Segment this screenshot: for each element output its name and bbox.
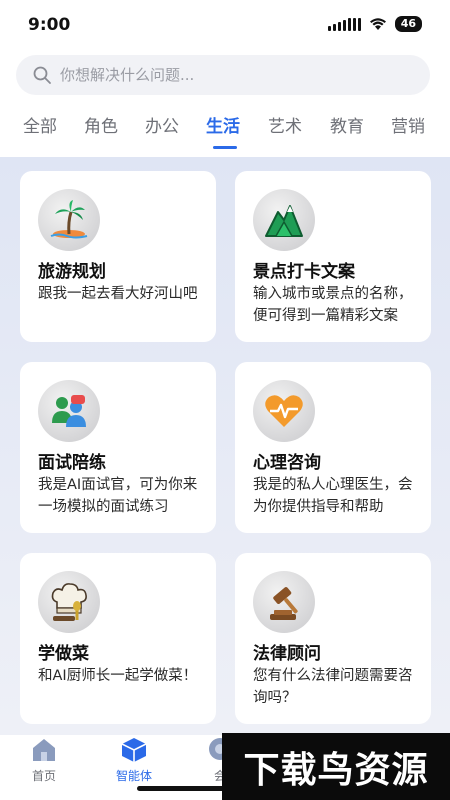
interview-people-icon <box>38 380 100 442</box>
wifi-icon <box>369 17 387 31</box>
search-icon <box>33 66 51 84</box>
agent-card[interactable]: 法律顾问 您有什么法律问题需要咨询吗？ <box>235 553 431 724</box>
card-title: 法律顾问 <box>253 644 321 664</box>
card-description: 我是AI面试官，可为你来一场模拟的面试练习 <box>38 477 198 515</box>
nav-home-label: 首页 <box>31 769 56 783</box>
tab-marketing[interactable]: 营销 <box>391 112 425 137</box>
palm-island-icon <box>38 189 100 251</box>
battery-indicator: 46 <box>394 16 422 32</box>
tab-all[interactable]: 全部 <box>23 112 57 137</box>
agent-card[interactable]: 心理咨询 我是的私人心理医生，会为你提供指导和帮助 <box>235 362 431 533</box>
card-title: 旅游规划 <box>38 262 106 282</box>
card-description: 和AI厨师长一起学做菜！ <box>38 668 198 684</box>
status-time: 9:00 <box>28 15 71 35</box>
tab-education[interactable]: 教育 <box>330 112 364 137</box>
tab-office[interactable]: 办公 <box>145 112 179 137</box>
mountain-icon <box>253 189 315 251</box>
home-icon <box>33 739 55 761</box>
signal-icon <box>327 17 361 31</box>
card-description: 我是的私人心理医生，会为你提供指导和帮助 <box>253 477 413 515</box>
card-title: 心理咨询 <box>253 453 321 473</box>
agent-card[interactable]: 学做菜 和AI厨师长一起学做菜！ <box>20 553 216 724</box>
tab-art[interactable]: 艺术 <box>268 112 302 137</box>
card-description: 您有什么法律问题需要咨询吗？ <box>253 668 413 706</box>
status-icons: 46 <box>327 16 422 32</box>
active-tab-indicator <box>213 146 237 149</box>
card-title: 景点打卡文案 <box>253 262 355 282</box>
agent-card[interactable]: 旅游规划 跟我一起去看大好河山吧 <box>20 171 216 342</box>
card-title: 学做菜 <box>38 644 89 664</box>
nav-agents-label: 智能体 <box>115 769 152 783</box>
nav-home[interactable]: 首页 <box>14 737 74 784</box>
tab-life[interactable]: 生活 <box>206 112 240 137</box>
nav-agents[interactable]: 智能体 <box>104 737 164 784</box>
agent-card[interactable]: 面试陪练 我是AI面试官，可为你来一场模拟的面试练习 <box>20 362 216 533</box>
search-bar[interactable] <box>16 55 430 95</box>
card-title: 面试陪练 <box>38 453 106 473</box>
heart-pulse-icon <box>253 380 315 442</box>
card-description: 跟我一起去看大好河山吧 <box>38 286 198 302</box>
status-bar: 9:00 46 <box>0 0 450 48</box>
tab-roles[interactable]: 角色 <box>84 112 118 137</box>
watermark: 下载鸟资源 <box>222 733 450 800</box>
card-description: 输入城市或景点的名称，便可得到一篇精彩文案 <box>253 286 413 324</box>
cube-icon <box>121 738 147 762</box>
chef-hat-icon <box>38 571 100 633</box>
search-input[interactable] <box>60 66 400 84</box>
agent-card[interactable]: 景点打卡文案 输入城市或景点的名称，便可得到一篇精彩文案 <box>235 171 431 342</box>
gavel-icon <box>253 571 315 633</box>
agent-grid: 旅游规划 跟我一起去看大好河山吧 景点打卡文案 输入城市或景点的名称，便可得到一… <box>0 157 450 735</box>
category-tabs: 全部 角色 办公 生活 艺术 教育 营销 <box>0 112 450 156</box>
